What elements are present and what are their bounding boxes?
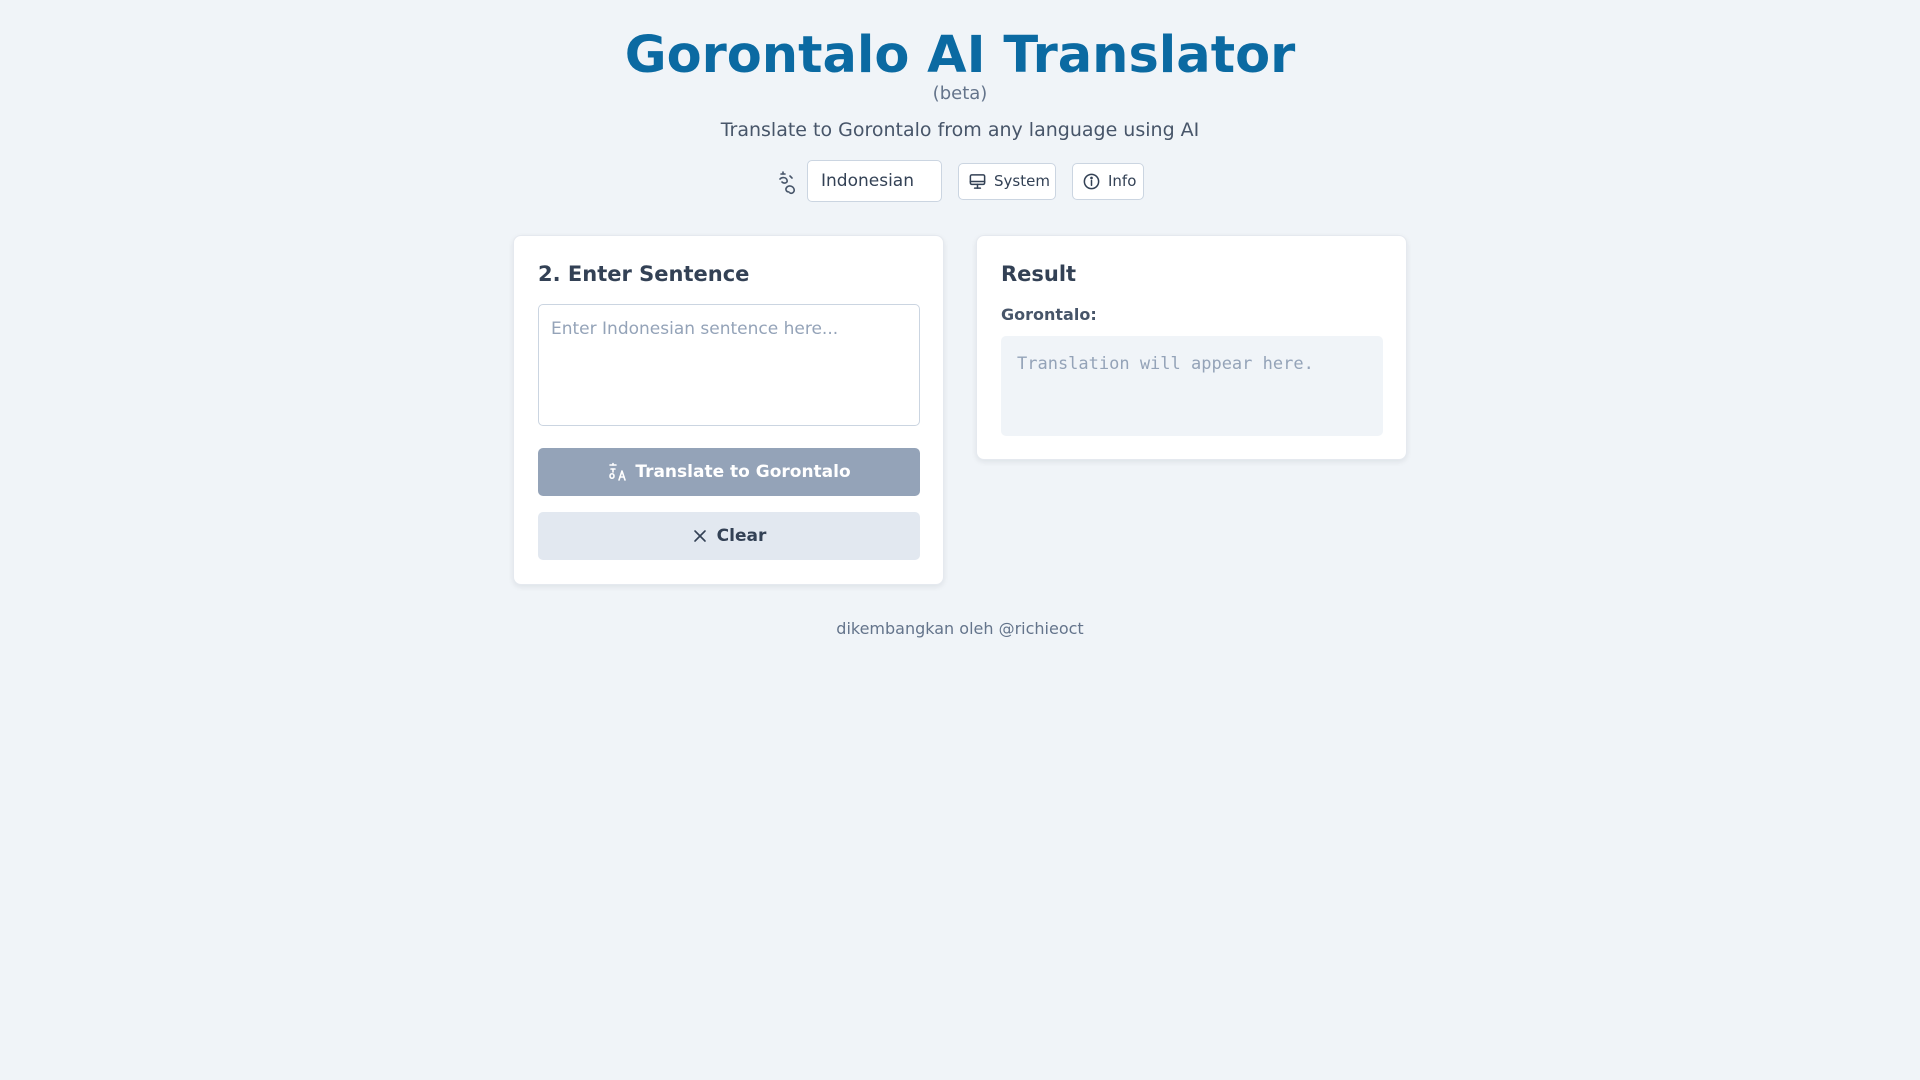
translate-icon xyxy=(609,462,627,481)
system-button[interactable]: System xyxy=(958,163,1056,200)
translate-button[interactable]: Translate to Gorontalo xyxy=(538,448,920,496)
translation-output: Translation will appear here. xyxy=(1001,336,1383,436)
sentence-input[interactable] xyxy=(538,304,920,426)
clear-button[interactable]: Clear xyxy=(538,512,920,560)
clear-button-label: Clear xyxy=(716,526,767,546)
input-card: 2. Enter Sentence Translate to Gorontalo… xyxy=(513,235,944,585)
close-icon xyxy=(693,530,706,542)
result-language-label: Gorontalo: xyxy=(1001,305,1097,324)
controls-bar: Indonesian System Info xyxy=(0,160,1920,202)
beta-label: (beta) xyxy=(932,83,988,104)
result-card: Result Gorontalo: Translation will appea… xyxy=(976,235,1407,460)
translate-icon xyxy=(776,170,800,196)
page-subtitle: Translate to Gorontalo from any language… xyxy=(720,119,1200,141)
info-icon xyxy=(1083,173,1100,190)
page-title: Gorontalo AI Translator xyxy=(624,26,1296,85)
footer-credit: dikembangkan oleh @richieoct xyxy=(836,619,1084,638)
input-card-title: 2. Enter Sentence xyxy=(538,262,750,286)
info-button[interactable]: Info xyxy=(1072,163,1144,200)
app-page: Gorontalo AI Translator (beta) Translate… xyxy=(0,0,1920,1080)
result-card-title: Result xyxy=(1001,262,1077,286)
info-label: Info xyxy=(1108,172,1137,190)
translate-button-label: Translate to Gorontalo xyxy=(635,462,851,482)
language-select[interactable]: Indonesian xyxy=(807,160,942,202)
monitor-icon xyxy=(969,174,986,189)
system-label: System xyxy=(994,172,1050,190)
